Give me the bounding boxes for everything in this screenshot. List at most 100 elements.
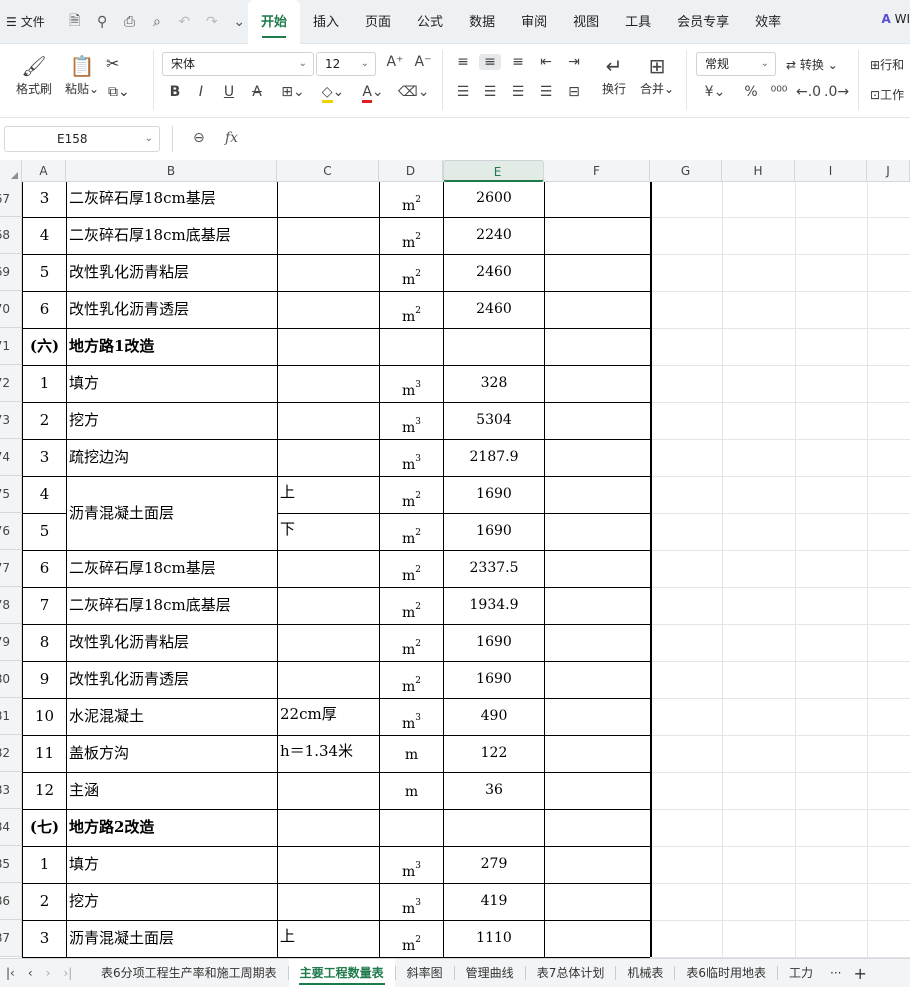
cell-unit[interactable]: m2 [380,552,443,589]
cut-icon[interactable]: ✂ [106,54,119,73]
cell-quantity[interactable]: 122 [444,735,544,772]
cell-quantity[interactable]: 419 [444,883,544,920]
row-header[interactable]: 67 [0,182,22,217]
percent-icon[interactable]: % [740,84,762,100]
align-left-icon[interactable]: ☰ [452,84,474,100]
wps-ai-button[interactable]: A WI [881,12,910,26]
cell-unit[interactable]: m3 [380,404,443,441]
cell-unit[interactable]: m3 [380,848,443,885]
cell-item-no[interactable]: 6 [23,291,66,328]
cell-item-no[interactable]: 5 [23,513,66,550]
number-format-select[interactable]: 常规 ⌄ [696,52,776,76]
cell-item-no[interactable]: 6 [23,550,66,587]
cell-unit[interactable]: m2 [380,515,443,552]
cell-item-no[interactable]: 2 [23,402,66,439]
sheet-tab[interactable]: 主要工程数量表 [288,958,395,988]
cell-item-name[interactable]: 地方路2改造 [67,809,277,846]
cell-quantity[interactable]: 1690 [444,476,544,513]
cell-unit[interactable]: m [380,737,443,774]
cell-unit[interactable]: m2 [380,663,443,700]
cell-item-no[interactable]: 3 [23,920,66,957]
row-header[interactable]: 73 [0,402,22,439]
row-header[interactable]: 79 [0,624,22,661]
cell-item-name[interactable]: 地方路1改造 [67,328,277,365]
cell-quantity[interactable]: 2187.9 [444,439,544,476]
align-bottom-icon[interactable]: ≡ [507,54,529,70]
cell-item-name[interactable]: 二灰碎石厚18cm底基层 [67,217,277,254]
justify-icon[interactable]: ☰ [535,84,557,100]
column-header-a[interactable]: A [22,160,66,182]
row-header[interactable]: 87 [0,920,22,957]
decimal-decrease-icon[interactable]: .0→ [824,84,849,100]
column-header-b[interactable]: B [66,160,277,182]
undo-icon[interactable]: ↶ [176,14,193,30]
cell-item-no[interactable]: 10 [23,698,66,735]
cell-item-no[interactable]: 3 [23,439,66,476]
sheet-tab[interactable]: 机械表 [616,959,674,988]
row-header[interactable]: 81 [0,698,22,735]
tab-2[interactable]: 页面 [352,0,404,44]
strikethrough-icon[interactable]: A [246,84,268,100]
worksheet-button[interactable]: ⊡工作 [870,86,904,103]
cell-unit[interactable]: m2 [380,182,443,219]
redo-icon[interactable]: ↷ [203,14,220,30]
cell-item-name[interactable]: 改性乳化沥青粘层 [67,254,277,291]
cell-item-no[interactable]: 1 [23,846,66,883]
cell-unit[interactable]: m2 [380,922,443,958]
cell-unit[interactable]: m2 [380,293,443,330]
cell-item-name[interactable]: 水泥混凝土 [67,698,277,735]
column-header-j[interactable]: J [867,160,910,182]
cell-spec[interactable]: 下 [278,511,379,548]
row-header[interactable]: 77 [0,550,22,587]
row-header[interactable]: 85 [0,846,22,883]
row-header[interactable]: 68 [0,217,22,254]
row-col-button[interactable]: ⊞行和 [870,56,904,73]
cell-item-no[interactable]: 1 [23,365,66,402]
column-header-f[interactable]: F [544,160,650,182]
cell-item-name[interactable]: 盖板方沟 [67,735,277,772]
sheet-tab[interactable]: 斜率图 [396,959,454,988]
save-icon[interactable]: 🗎 [66,10,83,34]
cell-quantity[interactable]: 2460 [444,254,544,291]
align-middle-icon[interactable]: ≡ [479,54,501,70]
fill-color-icon[interactable]: ◇⌄ [318,84,348,103]
row-header[interactable]: 78 [0,587,22,624]
font-size-select[interactable]: 12 ⌄ [316,52,376,76]
column-header-i[interactable]: I [795,160,867,182]
decrease-font-icon[interactable]: A⁻ [412,54,434,70]
cell-quantity[interactable]: 36 [444,772,544,809]
cell-unit[interactable]: m3 [380,367,443,404]
clear-format-icon[interactable]: ⌫⌄ [398,84,430,100]
cell-item-name[interactable]: 沥青混凝土面层 [67,920,277,957]
cell-item-no[interactable]: 8 [23,624,66,661]
wrap-text-button[interactable]: ↵ 换行 [596,52,632,97]
cell-item-no[interactable]: 7 [23,587,66,624]
cell-item-name[interactable]: 挖方 [67,402,277,439]
cell-item-name[interactable]: 改性乳化沥青粘层 [67,624,277,661]
cell-item-no[interactable]: 4 [23,217,66,254]
cell-item-no[interactable]: 9 [23,661,66,698]
cell-quantity[interactable]: 1690 [444,624,544,661]
bold-icon[interactable]: B [164,84,186,100]
column-header-e[interactable]: E [443,160,544,182]
column-header-h[interactable]: H [722,160,795,182]
font-color-icon[interactable]: A⌄ [358,84,388,103]
cell-unit[interactable]: m2 [380,256,443,293]
align-center-icon[interactable]: ☰ [479,84,501,100]
border-icon[interactable]: ⊞⌄ [278,84,308,100]
tab-9[interactable]: 效率 [742,0,794,44]
cell-item-no[interactable]: 11 [23,735,66,772]
add-sheet-button[interactable]: + [847,964,872,983]
cell-item-name[interactable]: 填方 [67,846,277,883]
cell-item-name[interactable]: 二灰碎石厚18cm底基层 [67,587,277,624]
align-top-icon[interactable]: ≡ [452,54,474,70]
cell-item-no[interactable]: 3 [23,180,66,217]
column-header-d[interactable]: D [379,160,443,182]
cell-quantity[interactable]: 1690 [444,661,544,698]
cell-item-name[interactable]: 改性乳化沥青透层 [67,661,277,698]
cell-item-name[interactable]: 二灰碎石厚18cm基层 [67,180,277,217]
italic-icon[interactable]: I [190,84,212,100]
row-header[interactable]: 82 [0,735,22,772]
first-sheet-icon[interactable]: |‹ [6,966,15,980]
chevron-down-icon[interactable]: ⌄ [231,14,248,30]
